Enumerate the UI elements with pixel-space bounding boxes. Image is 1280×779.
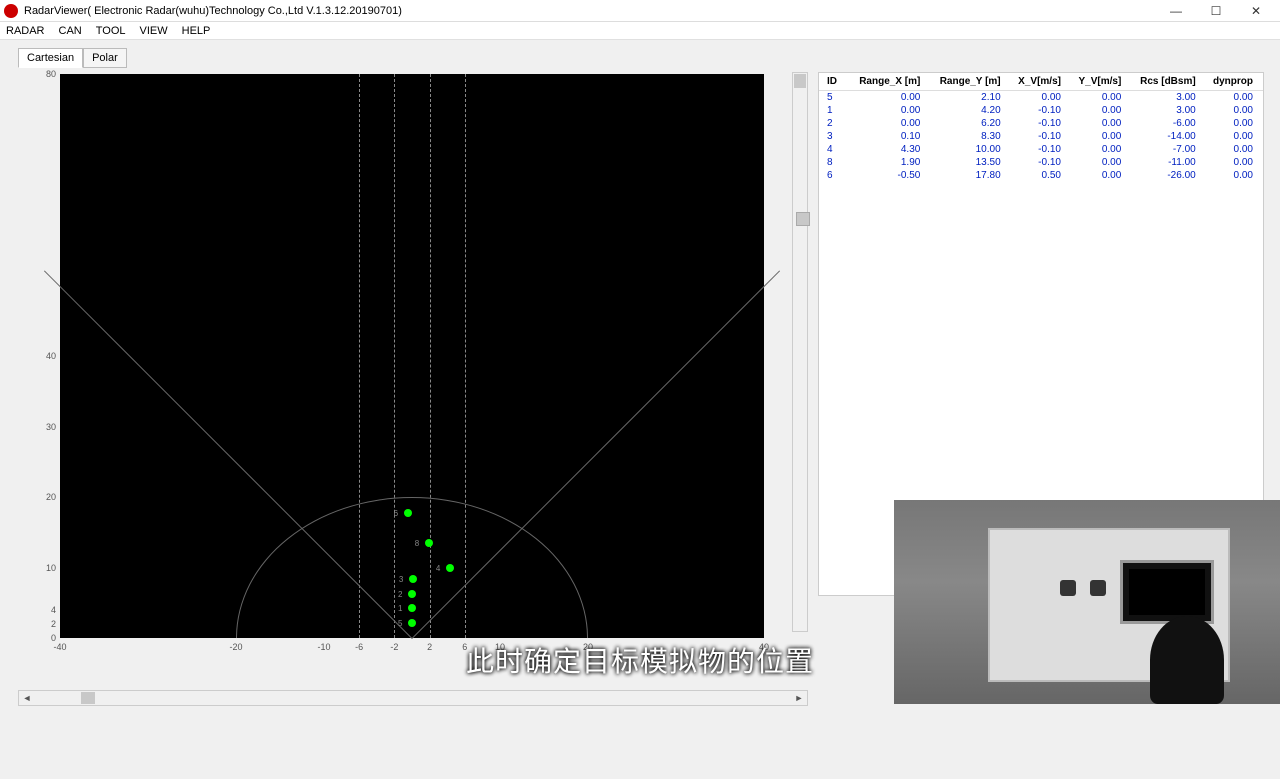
target-point[interactable] <box>408 604 416 612</box>
y-tick: 30 <box>18 422 56 432</box>
target-label: 2 <box>398 590 402 599</box>
col-6[interactable]: dynprop <box>1206 73 1263 91</box>
col-4[interactable]: Y_V[m/s] <box>1071 73 1131 91</box>
y-tick: 80 <box>18 69 56 79</box>
plot-slider[interactable] <box>796 212 810 226</box>
target-point[interactable] <box>408 590 416 598</box>
table-row[interactable]: 44.3010.00-0.100.00-7.000.00 <box>819 143 1263 156</box>
menu-can[interactable]: CAN <box>59 25 82 37</box>
view-tabs: Cartesian Polar <box>18 48 127 68</box>
col-0[interactable]: ID <box>819 73 850 91</box>
close-button[interactable]: ✕ <box>1236 1 1276 21</box>
target-point[interactable] <box>404 509 412 517</box>
menu-tool[interactable]: TOOL <box>96 25 126 37</box>
target-point[interactable] <box>425 539 433 547</box>
tab-cartesian[interactable]: Cartesian <box>18 48 83 68</box>
target-table: IDRange_X [m]Range_Y [m]X_V[m/s]Y_V[m/s]… <box>819 73 1263 182</box>
x-tick: -20 <box>229 642 242 652</box>
plot-vscroll[interactable] <box>792 72 808 632</box>
y-tick: 0 <box>18 633 56 643</box>
y-tick: 20 <box>18 492 56 502</box>
x-tick: -2 <box>390 642 398 652</box>
target-label: 1 <box>398 604 402 613</box>
target-label: 3 <box>399 575 403 584</box>
target-label: 5 <box>398 619 402 628</box>
col-5[interactable]: Rcs [dBsm] <box>1131 73 1205 91</box>
col-2[interactable]: Range_Y [m] <box>930 73 1010 91</box>
title-bar: RadarViewer( Electronic Radar(wuhu)Techn… <box>0 0 1280 22</box>
target-point[interactable] <box>408 619 416 627</box>
window-title: RadarViewer( Electronic Radar(wuhu)Techn… <box>24 5 402 17</box>
col-1[interactable]: Range_X [m] <box>850 73 931 91</box>
tab-polar[interactable]: Polar <box>83 48 127 68</box>
x-tick: -40 <box>53 642 66 652</box>
target-label: 6 <box>394 509 398 518</box>
table-row[interactable]: 10.004.20-0.100.003.000.00 <box>819 104 1263 117</box>
y-tick: 2 <box>18 619 56 629</box>
table-row[interactable]: 50.002.100.000.003.000.00 <box>819 91 1263 105</box>
webcam-overlay <box>894 500 1280 704</box>
x-tick: -6 <box>355 642 363 652</box>
scroll-right-icon[interactable]: ► <box>791 691 807 705</box>
menu-help[interactable]: HELP <box>182 25 211 37</box>
target-label: 8 <box>415 539 419 548</box>
menu-bar: RADAR CAN TOOL VIEW HELP <box>0 22 1280 40</box>
plot-canvas[interactable]: 5 1 2 3 4 8 6 <box>60 74 764 638</box>
minimize-button[interactable]: ― <box>1156 1 1196 21</box>
target-label: 4 <box>436 564 440 573</box>
menu-view[interactable]: VIEW <box>140 25 168 37</box>
x-tick: 2 <box>427 642 432 652</box>
y-tick: 10 <box>18 563 56 573</box>
table-row[interactable]: 6-0.5017.800.500.00-26.000.00 <box>819 169 1263 182</box>
target-point[interactable] <box>409 575 417 583</box>
app-icon <box>4 4 18 18</box>
table-row[interactable]: 20.006.20-0.100.00-6.000.00 <box>819 117 1263 130</box>
y-tick: 40 <box>18 351 56 361</box>
target-point[interactable] <box>446 564 454 572</box>
plot-hscroll[interactable]: ◄ ► <box>18 690 808 706</box>
y-tick: 4 <box>18 605 56 615</box>
x-tick: -10 <box>317 642 330 652</box>
table-row[interactable]: 30.108.30-0.100.00-14.000.00 <box>819 130 1263 143</box>
menu-radar[interactable]: RADAR <box>6 25 45 37</box>
col-3[interactable]: X_V[m/s] <box>1011 73 1071 91</box>
subtitle-overlay: 此时确定目标模拟物的位置 <box>466 640 814 680</box>
radar-plot: 5123486 8040302010420 -40-20-10-6-226102… <box>18 70 808 690</box>
scroll-left-icon[interactable]: ◄ <box>19 691 35 705</box>
table-row[interactable]: 81.9013.50-0.100.00-11.000.00 <box>819 156 1263 169</box>
maximize-button[interactable]: ☐ <box>1196 1 1236 21</box>
